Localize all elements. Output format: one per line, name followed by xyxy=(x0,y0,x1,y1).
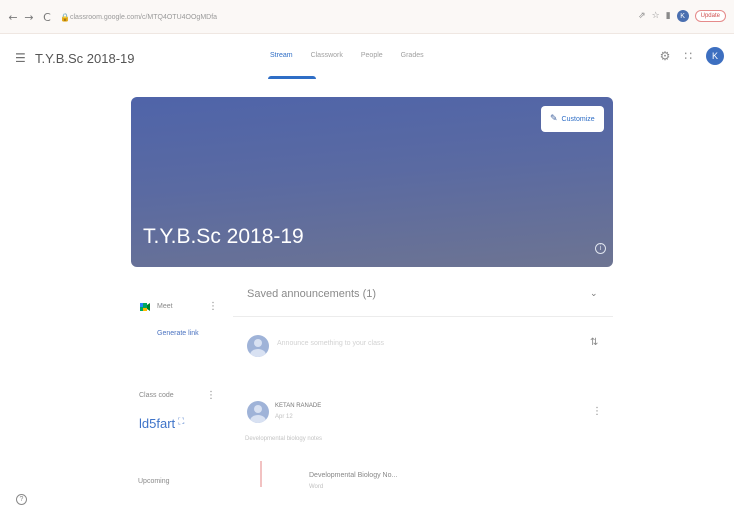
post-author: KETAN RANADE xyxy=(275,403,322,409)
avatar xyxy=(247,401,269,423)
upcoming-label: Upcoming xyxy=(138,478,170,485)
class-code-value: ld5fart xyxy=(139,416,176,431)
class-code-card: Class code ⋮ ld5fart ⛶ xyxy=(131,386,221,436)
more-vert-icon[interactable]: ⋮ xyxy=(592,406,602,417)
post-date: Apr 12 xyxy=(275,414,293,420)
lock-icon: 🔒 xyxy=(60,13,70,22)
more-vert-icon[interactable]: ⋮ xyxy=(208,301,218,312)
customize-label: Customize xyxy=(561,115,595,123)
meet-icon xyxy=(140,303,150,311)
tab-classwork[interactable]: Classwork xyxy=(311,52,343,59)
saved-announcements[interactable]: Saved announcements (1) xyxy=(247,288,376,300)
post-text: Developmental biology notes xyxy=(245,436,323,442)
forward-icon[interactable]: → xyxy=(22,11,36,24)
attachment-type: Word xyxy=(309,484,324,490)
generate-link[interactable]: Generate link xyxy=(157,330,199,337)
star-icon[interactable]: ☆ xyxy=(652,11,660,21)
browser-actions: ⇗ ☆ ▮ K Update xyxy=(638,10,726,22)
class-title[interactable]: T.Y.B.Sc 2018-19 xyxy=(35,51,135,66)
repost-icon[interactable]: ⇅ xyxy=(590,337,598,348)
tab-bar: Stream Classwork People Grades xyxy=(270,52,424,59)
meet-card: Meet ⋮ Generate link xyxy=(131,292,221,352)
info-icon[interactable]: i xyxy=(595,243,606,254)
class-code-label: Class code xyxy=(139,392,174,399)
help-icon[interactable]: ? xyxy=(16,494,27,505)
document-thumbnail xyxy=(260,461,288,487)
attachment[interactable]: Developmental Biology No... Word xyxy=(253,456,463,490)
menu-icon[interactable]: ☰ xyxy=(15,51,26,65)
class-banner: ✎ Customize T.Y.B.Sc 2018-19 i xyxy=(131,97,613,267)
apps-grid-icon[interactable]: ∷ xyxy=(684,49,692,63)
address-bar[interactable]: classroom.google.com/c/MTQ4OTU4OOgMDfa xyxy=(70,14,217,21)
pencil-icon: ✎ xyxy=(550,114,558,124)
window-icon[interactable]: ▮ xyxy=(666,11,671,21)
banner-title: T.Y.B.Sc 2018-19 xyxy=(143,225,304,248)
account-avatar[interactable]: K xyxy=(706,47,724,65)
more-vert-icon[interactable]: ⋮ xyxy=(206,390,216,401)
share-box[interactable]: Announce something to your class ⇅ xyxy=(233,322,613,368)
avatar xyxy=(247,335,269,357)
attachment-title[interactable]: Developmental Biology No... xyxy=(309,472,397,479)
share-icon[interactable]: ⇗ xyxy=(638,11,646,21)
announcement-post: KETAN RANADE Apr 12 ⋮ Developmental biol… xyxy=(233,394,613,494)
browser-toolbar: ← → C 🔒 classroom.google.com/c/MTQ4OTU4O… xyxy=(0,0,734,34)
back-icon[interactable]: ← xyxy=(6,11,20,24)
chevron-down-icon[interactable]: ⌄ xyxy=(590,289,598,299)
header-actions: ⚙ ∷ K xyxy=(660,47,724,65)
reload-icon[interactable]: C xyxy=(40,11,54,24)
meet-label: Meet xyxy=(157,303,173,310)
tab-grades[interactable]: Grades xyxy=(401,52,424,59)
tab-people[interactable]: People xyxy=(361,52,383,59)
fullscreen-icon[interactable]: ⛶ xyxy=(178,417,184,427)
divider xyxy=(233,316,613,317)
customize-button[interactable]: ✎ Customize xyxy=(541,106,604,132)
active-tab-indicator xyxy=(268,76,316,79)
update-button[interactable]: Update xyxy=(694,10,726,22)
tab-stream[interactable]: Stream xyxy=(270,52,293,59)
classroom-header: ☰ T.Y.B.Sc 2018-19 Stream Classwork Peop… xyxy=(0,34,734,80)
share-placeholder[interactable]: Announce something to your class xyxy=(277,340,384,347)
browser-profile-avatar[interactable]: K xyxy=(676,10,689,22)
settings-icon[interactable]: ⚙ xyxy=(660,49,671,63)
